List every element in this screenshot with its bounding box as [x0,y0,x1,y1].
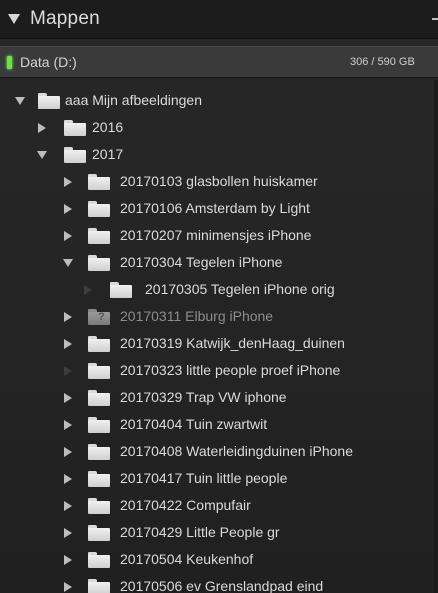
expand-triangle-icon[interactable] [38,123,46,133]
folder-tree-row[interactable]: 20170329 Trap VW iphone [0,385,438,411]
folder-label: 20170506 ev Grenslandpad eind [120,578,324,593]
folder-label: 20170311 Elburg iPhone [120,308,274,324]
expand-triangle-icon[interactable] [84,285,92,295]
folder-missing-icon: ? [88,309,110,325]
folder-tree-row[interactable]: 20170417 Tuin little people [0,466,438,492]
expand-triangle-icon[interactable] [64,420,72,430]
expand-triangle-icon[interactable] [64,231,72,241]
folder-label: 20170106 Amsterdam by Light [120,200,310,216]
folder-tree-row[interactable]: 20170103 glasbollen huiskamer [0,169,438,195]
folder-tree-row[interactable]: 20170506 ev Grenslandpad eind [0,574,438,593]
panel-collapse-triangle-icon[interactable] [8,14,20,24]
folder-label: 20170304 Tegelen iPhone [120,254,283,270]
expand-triangle-icon[interactable] [64,204,72,214]
folder-label: 20170504 Keukenhof [120,551,254,567]
folder-tree-row[interactable]: 20170429 Little People gr [0,520,438,546]
scrollbar[interactable] [434,80,438,593]
volume-bar[interactable]: Data (D:) 306 / 590 GB [0,46,438,78]
expand-triangle-icon[interactable] [64,582,72,592]
collapse-triangle-icon[interactable] [37,151,47,159]
folder-tree-row[interactable]: 20170422 Compufair [0,493,438,519]
folders-panel: Mappen Data (D:) 306 / 590 GB aaa Mijn a… [0,0,438,593]
folder-label: 20170329 Trap VW iphone [120,389,287,405]
folder-icon [88,498,110,514]
folder-tree-row[interactable]: 20170408 Waterleidingduinen iPhone [0,439,438,465]
folder-tree-row[interactable]: 2017 [0,142,438,168]
expand-triangle-icon[interactable] [64,312,72,322]
expand-triangle-icon[interactable] [64,393,72,403]
folder-label: 20170408 Waterleidingduinen iPhone [120,443,353,459]
folder-icon [88,444,110,460]
folder-icon [88,552,110,568]
folder-icon [88,201,110,217]
folder-tree-row[interactable]: 20170404 Tuin zwartwit [0,412,438,438]
folder-label: 2017 [92,146,124,162]
folder-tree-row[interactable]: 20170323 little people proef iPhone [0,358,438,384]
folder-tree-row[interactable]: 20170504 Keukenhof [0,547,438,573]
expand-triangle-icon[interactable] [64,177,72,187]
folder-icon [88,174,110,190]
folder-icon [88,255,110,271]
expand-triangle-icon[interactable] [64,366,72,376]
expand-triangle-icon[interactable] [64,474,72,484]
folder-icon [88,471,110,487]
folder-label: 20170103 glasbollen huiskamer [120,173,318,189]
folder-label: 20170417 Tuin little people [120,470,288,486]
collapse-triangle-icon[interactable] [15,97,25,105]
folder-icon [88,579,110,593]
volume-name: Data (D:) [20,54,77,70]
folder-label: 20170305 Tegelen iPhone orig [145,281,335,297]
folder-tree-row[interactable]: 20170106 Amsterdam by Light [0,196,438,222]
volume-online-icon [7,55,12,69]
panel-minus-icon[interactable] [432,18,438,20]
folder-tree-row[interactable]: 20170207 minimensjes iPhone [0,223,438,249]
panel-title: Mappen [30,8,100,29]
collapse-triangle-icon[interactable] [63,259,73,267]
expand-triangle-icon[interactable] [64,528,72,538]
folder-icon [110,282,132,298]
folder-icon [88,390,110,406]
expand-triangle-icon[interactable] [64,555,72,565]
folder-label: 20170207 minimensjes iPhone [120,227,312,243]
folder-tree-row[interactable]: 2016 [0,115,438,141]
folder-tree-row[interactable]: 20170305 Tegelen iPhone orig [0,277,438,303]
folder-icon [64,120,86,136]
folder-label: 2016 [92,119,124,135]
folder-label: 20170404 Tuin zwartwit [120,416,268,432]
folder-label: 20170319 Katwijk_denHaag_duinen [120,335,345,351]
folder-icon [88,525,110,541]
folder-tree-row[interactable]: 20170319 Katwijk_denHaag_duinen [0,331,438,357]
folder-label: 20170323 little people proef iPhone [120,362,341,378]
folder-icon [88,228,110,244]
expand-triangle-icon[interactable] [64,447,72,457]
expand-triangle-icon[interactable] [64,339,72,349]
folder-icon [88,363,110,379]
folder-tree-row[interactable]: ? 20170311 Elburg iPhone [0,304,438,330]
folder-tree-row[interactable]: aaa Mijn afbeeldingen [0,88,438,114]
folder-label: 20170429 Little People gr [120,524,280,540]
volume-usage: 306 / 590 GB [350,56,415,68]
folder-tree-row[interactable]: 20170304 Tegelen iPhone [0,250,438,276]
folder-icon [88,417,110,433]
question-mark-icon: ? [98,311,105,323]
folder-icon [38,93,60,109]
folder-label: 20170422 Compufair [120,497,251,513]
folder-label: aaa Mijn afbeeldingen [65,92,202,108]
folders-panel-header[interactable]: Mappen [0,0,438,39]
folder-icon [64,147,86,163]
expand-triangle-icon[interactable] [64,501,72,511]
folder-icon [88,336,110,352]
